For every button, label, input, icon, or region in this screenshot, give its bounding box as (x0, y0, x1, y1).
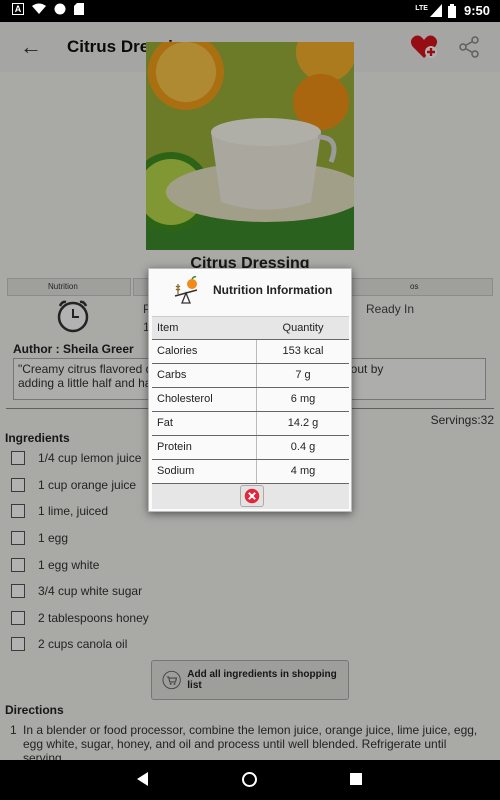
close-dialog-icon[interactable] (240, 485, 264, 507)
dialog-title: Nutrition Information (213, 283, 333, 297)
battery-icon (447, 3, 456, 18)
nutrient-name: Carbs (152, 364, 257, 387)
nutrient-quantity: 0.4 g (290, 441, 316, 453)
dialog-header: Nutrition Information (149, 269, 351, 313)
nutrient-quantity: 4 mg (290, 465, 316, 477)
nutrient-quantity: 153 kcal (282, 345, 324, 357)
table-row: Protein 0.4 g (152, 436, 349, 460)
nutrient-quantity: 7 g (295, 369, 311, 381)
nutrient-quantity: 14.2 g (287, 417, 319, 429)
nutrient-name: Fat (152, 412, 257, 435)
table-row: Sodium 4 mg (152, 460, 349, 484)
nutrition-scale-icon (174, 276, 198, 304)
table-row: Calories 153 kcal (152, 340, 349, 364)
sd-card-icon (74, 3, 84, 15)
nutrition-table: Item Quantity Calories 153 kcal Carbs 7 g … (152, 316, 349, 484)
nutrient-name: Calories (152, 340, 257, 363)
column-header-quantity: Quantity (282, 322, 324, 334)
system-nav-bar (0, 760, 500, 800)
sync-icon (54, 3, 66, 15)
signal-icon (429, 4, 442, 17)
table-row: Fat 14.2 g (152, 412, 349, 436)
wifi-icon (32, 3, 46, 14)
column-header-item: Item (157, 322, 179, 334)
nutrient-quantity: 6 mg (290, 393, 316, 405)
nav-back-icon[interactable] (137, 772, 148, 786)
nav-recents-icon[interactable] (350, 773, 362, 785)
dialog-footer (152, 484, 349, 509)
nutrition-dialog: Nutrition Information Item Quantity Calo… (148, 268, 352, 512)
status-bar: A LTE 9:50 (0, 0, 500, 22)
nutrient-name: Protein (152, 436, 257, 459)
table-header-row: Item Quantity (152, 316, 349, 340)
nav-home-icon[interactable] (242, 772, 257, 787)
notification-a-icon: A (12, 3, 24, 15)
nutrient-name: Cholesterol (152, 388, 257, 411)
nutrient-name: Sodium (152, 460, 257, 483)
table-row: Cholesterol 6 mg (152, 388, 349, 412)
status-time: 9:50 (463, 3, 490, 18)
lte-label: LTE (415, 5, 428, 12)
table-row: Carbs 7 g (152, 364, 349, 388)
